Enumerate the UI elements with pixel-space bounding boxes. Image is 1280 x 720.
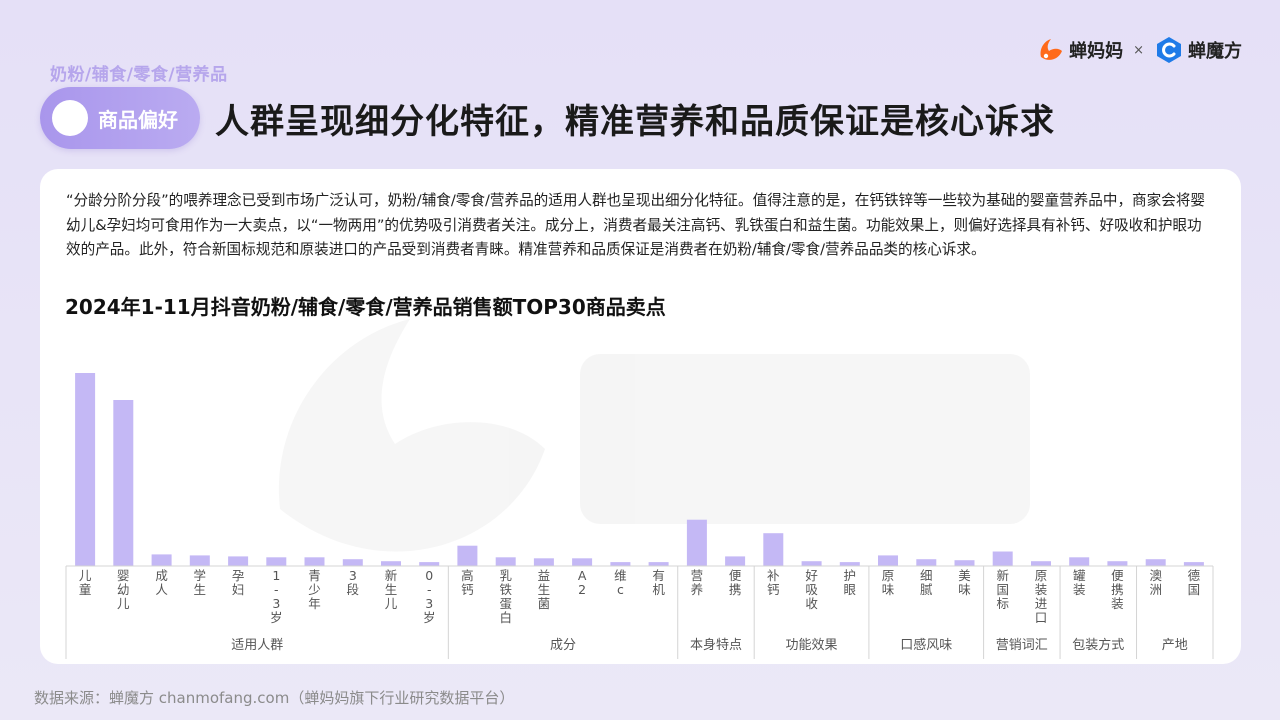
chanmofang-logo-icon (1157, 37, 1181, 63)
bar (1183, 562, 1204, 566)
bar (1031, 561, 1051, 566)
bar (648, 562, 669, 566)
tick-label: 青少年 (308, 568, 321, 611)
bar (266, 557, 287, 566)
tick-label: 3段 (347, 568, 360, 597)
tick-label: 德国 (1188, 568, 1201, 597)
tick-label: 细腻 (920, 568, 933, 597)
tick-label: 美味 (958, 568, 971, 597)
group-label: 本身特点 (690, 637, 742, 653)
group-label: 口感风味 (900, 637, 952, 653)
tick-label: 儿童 (79, 568, 92, 597)
section-pill: 商品偏好 (40, 87, 200, 149)
bar (1107, 561, 1128, 566)
tick-label: 乳铁蛋白 (499, 568, 512, 625)
tick-label: 营养 (691, 568, 704, 597)
tick-labels-group: 儿童 婴幼儿 成人学生孕妇 1 -3 岁 青少年 3 段 新生儿 0 -3 岁 高钙 乳铁蛋白 益生菌 A 2 维 c… (79, 568, 1201, 625)
data-source: 数据来源：蝉魔方 chanmofang.com（蝉妈妈旗下行业研究数据平台） (34, 689, 515, 707)
group-label: 适用人群 (231, 638, 283, 653)
tick-label: 益生菌 (538, 568, 551, 611)
content-card: “分龄分阶分段”的喂养理念已受到市场广泛认可，奶粉/辅食/零食/营养品的适用人群… (40, 169, 1241, 664)
brand2-name: 蝉魔方 (1188, 41, 1242, 62)
tick-label: 1 -3 岁 (270, 568, 283, 625)
tick-label: 护眼 (844, 568, 857, 597)
bar (725, 556, 746, 567)
pill-circle-icon (52, 100, 88, 136)
bar (113, 400, 134, 566)
tick-label: 便携 (729, 568, 742, 597)
tick-label: 维c (614, 568, 627, 597)
group-label: 产地 (1162, 638, 1188, 653)
page-title: 人群呈现细分化特征，精准营养和品质保证是核心诉求 (215, 102, 1055, 142)
tick-label: 成人 (155, 568, 168, 597)
group-label: 成分 (550, 638, 576, 653)
bar (151, 554, 172, 566)
logo-separator: × (1133, 42, 1144, 58)
tick-label: 新国标 (996, 568, 1009, 611)
tick-label: 婴幼儿 (117, 568, 130, 611)
bar (572, 558, 593, 566)
bar (228, 556, 249, 567)
tick-label: A2 (578, 568, 587, 597)
bar (763, 533, 784, 566)
bar (916, 559, 937, 566)
tick-label: 好吸收 (805, 568, 818, 611)
bar (419, 562, 440, 566)
tick-label: 澳洲 (1149, 568, 1162, 597)
bar (1069, 557, 1090, 566)
chanmama-logo-icon (1040, 39, 1063, 60)
tick-label: 原味 (882, 568, 895, 597)
section-label: 商品偏好 (98, 108, 178, 132)
category-label: 奶粉/辅食/零食/营养品 (50, 65, 228, 85)
group-labels-group: 适用人群 成分 本身特点 功能效果 口感风味 营销词汇 包装方式 产地 (231, 637, 1188, 653)
bar (839, 562, 860, 566)
group-label: 包装方式 (1072, 637, 1124, 653)
tick-label: 孕妇 (232, 568, 245, 597)
tick-label: 新生儿 (385, 568, 398, 611)
bar (342, 559, 363, 566)
tick-label: 0 -3 岁 (423, 568, 436, 625)
bar (1145, 559, 1166, 566)
bar (878, 555, 898, 566)
logo-area: 蝉妈妈 × 蝉魔方 (1035, 34, 1242, 66)
tick-label: 高钙 (461, 568, 474, 597)
tick-label: 补钙 (767, 568, 780, 597)
bar (304, 557, 325, 566)
bar (801, 561, 822, 566)
group-label: 营销词汇 (996, 638, 1048, 653)
bar (189, 555, 210, 566)
tick-label: 学生 (194, 568, 207, 597)
group-label: 功能效果 (785, 638, 837, 653)
tick-label: 罐装 (1073, 568, 1086, 597)
tick-label: 原装进口 (1035, 568, 1048, 625)
bar (954, 560, 975, 566)
watermark-logo-icon (278, 319, 1030, 552)
bar (610, 562, 631, 566)
bar (457, 545, 478, 566)
bar-chart: 儿童 婴幼儿 成人学生孕妇 1 -3 岁 青少年 3 段 新生儿 0 -3 岁 高钙 乳铁蛋白 益生菌 A 2 维 c… (65, 319, 1214, 659)
bar (992, 551, 1013, 566)
bar (381, 561, 401, 566)
brand1-name: 蝉妈妈 (1069, 41, 1124, 62)
bar (686, 519, 707, 566)
bar (495, 557, 516, 566)
bar (75, 373, 96, 566)
tick-label: 便携装 (1111, 568, 1124, 611)
bar (533, 558, 554, 566)
tick-label: 有机 (652, 568, 665, 597)
